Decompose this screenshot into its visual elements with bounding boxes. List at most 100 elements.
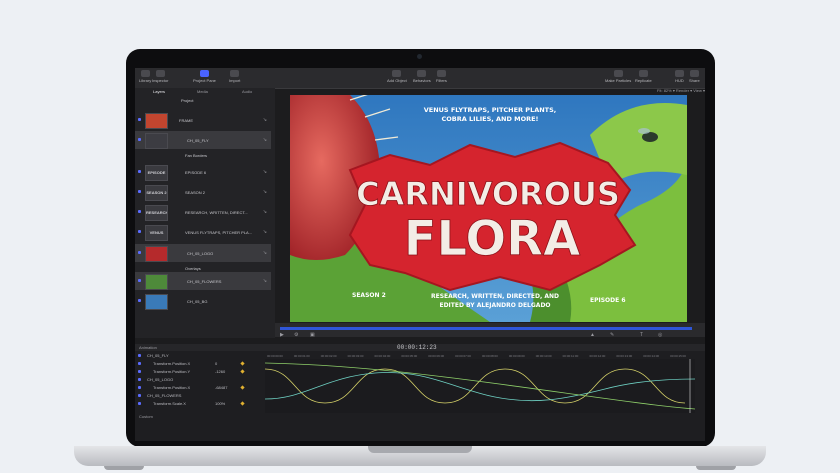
checkbox-icon[interactable]: ↘ (263, 137, 267, 143)
layer-thumbnail (145, 246, 168, 262)
make-particles-button[interactable]: Make Particles (605, 70, 631, 83)
mask-tool-icon[interactable]: ◎ (658, 332, 662, 338)
share-icon (689, 70, 699, 77)
layer-row[interactable]: Fan Borders (135, 151, 271, 160)
checkbox-icon[interactable]: ↘ (263, 229, 267, 235)
laptop-notch (368, 446, 472, 453)
checkbox-icon[interactable]: ↘ (263, 117, 267, 123)
layer-thumbnail: EPISODE 6 (145, 165, 168, 181)
poster-episode: EPISODE 6 (590, 297, 626, 304)
ruler-tick-label: 00:00:03:00 (347, 354, 364, 358)
ruler-tick-label: 00:00:15:00 (670, 354, 686, 358)
viewer-options[interactable]: Fit: 82% ▾ Render ▾ View ▾ (485, 88, 705, 95)
checkbox-icon[interactable]: ↘ (263, 250, 267, 256)
camera (417, 54, 422, 59)
library-icon (140, 70, 150, 77)
import-button[interactable]: Import (229, 70, 240, 83)
replicate-button[interactable]: Replicate (635, 70, 652, 83)
select-tool-icon[interactable]: ▲ (590, 332, 595, 338)
hud-icon (675, 70, 684, 77)
layer-row[interactable]: CH_05_LOGO ↘ (135, 244, 271, 262)
ruler-tick-label: 00:00:11:00 (562, 354, 579, 358)
layout-icon[interactable]: ▣ (310, 332, 315, 338)
ruler-tick-label: 00:00:10:00 (535, 354, 552, 358)
layer-row[interactable]: FRAME ↘ (135, 111, 271, 129)
viewer-tools: ▶ ⚙ ▣ ▲ ✎ T ◎ (280, 332, 700, 338)
layer-row[interactable]: VENUS FLY VENUS FLYTRAPS, PITCHER PLA...… (135, 223, 271, 241)
layer-row[interactable]: Project (135, 96, 271, 105)
ruler-tick-label: 00:00:00:00 (267, 354, 283, 358)
poster-tagline: COBRA LILIES, AND MORE! (441, 115, 538, 123)
checkbox-icon[interactable]: ↘ (263, 189, 267, 195)
laptop-foot (104, 466, 144, 470)
timeline-progress[interactable] (280, 327, 692, 330)
layer-row[interactable]: CH_05_BG (135, 292, 271, 310)
project-pane-icon (199, 70, 209, 77)
ruler-tick-label: 00:00:07:00 (455, 354, 471, 358)
particles-icon (613, 70, 623, 77)
text-tool-icon[interactable]: T (640, 332, 643, 338)
layer-row[interactable]: CH_05_FLY ↘ (135, 131, 271, 149)
inspector-button[interactable]: Inspector (152, 70, 168, 83)
layer-thumbnail (145, 274, 168, 290)
ruler-tick-label: 00:00:14:00 (643, 354, 660, 358)
poster-credits: EDITED BY ALEJANDRO DELGADO (439, 302, 550, 309)
project-pane-button[interactable]: Project Pane (193, 70, 216, 83)
filters-button[interactable]: Filters (436, 70, 447, 83)
checkbox-icon[interactable]: ↘ (263, 278, 267, 284)
inspector-icon (155, 70, 165, 77)
animation-curves (264, 359, 696, 413)
panel-tabs: Layers Media Audio (135, 88, 275, 95)
keyframe-graph[interactable] (264, 359, 696, 413)
toolbar: Library Inspector Project Pane Import Ad… (135, 68, 705, 89)
hud-button[interactable]: HUD (675, 70, 684, 83)
ruler-tick-label: 00:00:13:00 (616, 354, 633, 358)
ruler-tick-label: 00:00:08:00 (482, 354, 498, 358)
ruler-tick-label: 00:00:12:00 (589, 354, 606, 358)
share-button[interactable]: Share (689, 70, 700, 83)
layer-row[interactable]: EPISODE 6 EPISODE 6 ↘ (135, 163, 271, 181)
app-window: Library Inspector Project Pane Import Ad… (135, 68, 705, 441)
replicate-icon (638, 70, 648, 77)
ruler-tick-label: 00:00:09:00 (508, 354, 525, 358)
add-object-icon (392, 70, 402, 77)
layer-thumbnail (145, 133, 168, 149)
checkbox-icon[interactable]: ↘ (263, 169, 267, 175)
layer-row[interactable]: RESEARCH RESEARCH, WRITTEN, DIRECT... ↘ (135, 203, 271, 221)
ruler-tick-label: 00:00:06:00 (428, 354, 445, 358)
poster-title-line2: FLORA (404, 211, 581, 267)
poster-credits: RESEARCH, WRITTEN, DIRECTED, AND (431, 293, 559, 300)
laptop-foot (696, 466, 736, 470)
library-button[interactable]: Library (139, 70, 151, 83)
poster-title-line1: CARNIVOROUS (356, 175, 620, 213)
poster-season: SEASON 2 (352, 292, 386, 299)
parameter-row[interactable]: CH_05_FLOWERS (135, 392, 265, 399)
parameter-row[interactable]: Transform.Position.X 0 (135, 360, 265, 367)
tab-audio[interactable]: Audio (242, 89, 252, 94)
checkbox-icon[interactable]: ↘ (263, 209, 267, 215)
pen-tool-icon[interactable]: ✎ (610, 332, 614, 338)
timecode-display[interactable]: 00:00:12:23 (397, 344, 437, 351)
parameter-row[interactable]: CH_05_LOGO (135, 376, 265, 383)
tab-media[interactable]: Media (197, 89, 208, 94)
parameter-row[interactable]: Transform.Scale.X 100% (135, 400, 265, 407)
behaviors-button[interactable]: Behaviors (413, 70, 431, 83)
keyframe-footer: Custom (139, 414, 153, 419)
ruler-tick-label: 00:00:05:00 (401, 354, 418, 358)
layer-row[interactable]: SEASON 2 SEASON 2 ↘ (135, 183, 271, 201)
layer-row[interactable]: CH_05_FLOWERS ↘ (135, 272, 271, 290)
add-object-button[interactable]: Add Object (387, 70, 407, 83)
parameter-row[interactable]: Transform.Position.Y -1260 (135, 368, 265, 375)
tab-layers[interactable]: Layers (153, 89, 165, 94)
play-icon[interactable]: ▶ (280, 332, 284, 338)
gear-icon[interactable]: ⚙ (294, 332, 298, 338)
keyframe-parameter-list: CH_05_FLY Transform.Position.X 0 Transfor… (135, 352, 265, 437)
time-ruler[interactable]: 00:00:00:00 00:00:01:00 00:00:02:00 00:00:0… (265, 352, 695, 359)
ruler-tick-label: 00:00:01:00 (293, 354, 310, 358)
parameter-row[interactable]: CH_05_FLY (135, 352, 265, 359)
behaviors-icon (417, 70, 427, 77)
parameter-row[interactable]: Transform.Position.X -68487 (135, 384, 265, 391)
ruler-tick-label: 00:00:02:00 (320, 354, 337, 358)
canvas-viewer[interactable]: CARNIVOROUS FLORA VENUS FLYTRAPS, PITCHE… (290, 95, 687, 322)
filters-icon (436, 70, 446, 77)
